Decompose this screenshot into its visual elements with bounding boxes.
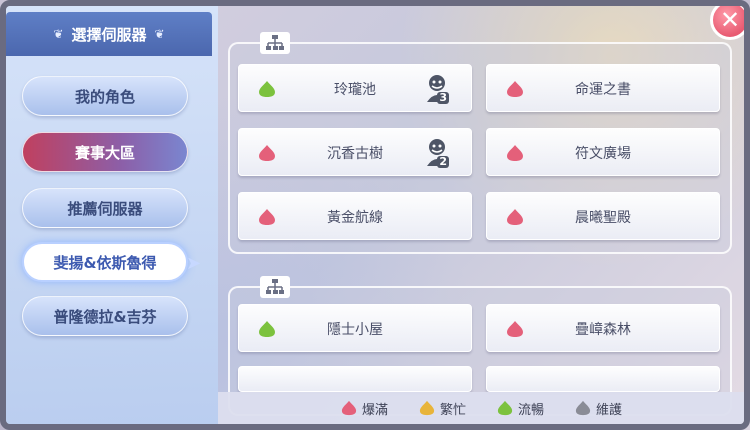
wing-right-icon: ❦ (154, 27, 165, 41)
smooth-status-icon (497, 400, 513, 416)
server-card[interactable]: 玲瓏池 3 (238, 64, 472, 112)
busy-status-icon (419, 400, 435, 416)
status-dot-icon (505, 80, 525, 102)
wing-left-icon: ❦ (53, 27, 64, 41)
server-name: 晨曦聖殿 (575, 210, 631, 226)
server-name: 黃金航線 (327, 210, 383, 226)
server-name: 命運之書 (575, 82, 631, 98)
legend-label: 維護 (596, 402, 623, 418)
full-status-icon (341, 400, 357, 416)
sidebar-item-my-characters[interactable]: 我的角色 (22, 76, 188, 116)
sidebar: ❦ 選擇伺服器 ❦ 我的角色 賽事大區 推薦伺服器 斐揚&依斯魯得 ➤ 普隆德拉… (6, 6, 218, 424)
sidebar-item-recommended[interactable]: 推薦伺服器 (22, 188, 188, 228)
legend-label: 爆滿 (361, 402, 388, 418)
legend-item-full: 爆滿 (340, 399, 388, 418)
sidebar-header: ❦ 選擇伺服器 ❦ (6, 12, 212, 56)
sidebar-item-tournament[interactable]: 賽事大區 (22, 132, 188, 172)
server-card[interactable]: 符文廣場 (486, 128, 720, 176)
selection-arrow-icon: ➤ (186, 253, 202, 274)
status-legend: 爆滿 繁忙 流暢 維護 (218, 392, 744, 424)
server-card[interactable]: 沉香古樹 2 (238, 128, 472, 176)
character-count: 3 (437, 91, 449, 104)
character-count: 2 (437, 155, 449, 168)
status-dot-icon (505, 144, 525, 166)
sidebar-title: 選擇伺服器 (71, 25, 147, 44)
sidebar-item-label: 我的角色 (74, 87, 135, 106)
status-dot-icon (505, 208, 525, 230)
hierarchy-icon (260, 32, 290, 54)
sidebar-item-label: 賽事大區 (74, 143, 135, 162)
status-dot-icon (257, 144, 277, 166)
server-select-window: ❦ 選擇伺服器 ❦ 我的角色 賽事大區 推薦伺服器 斐揚&依斯魯得 ➤ 普隆德拉… (0, 0, 750, 430)
sidebar-item-label: 推薦伺服器 (67, 199, 143, 218)
legend-label: 繁忙 (439, 402, 466, 418)
legend-item-busy: 繁忙 (418, 399, 466, 418)
sidebar-item-label: 普隆德拉&吉芬 (53, 307, 157, 326)
hierarchy-icon (260, 276, 290, 298)
legend-item-maintenance: 維護 (574, 399, 622, 418)
server-name: 符文廣場 (575, 146, 631, 162)
sidebar-item-payon-izlude[interactable]: 斐揚&依斯魯得 (22, 242, 188, 282)
server-card-partial[interactable] (486, 366, 720, 392)
sidebar-item-label: 斐揚&依斯魯得 (53, 253, 157, 272)
close-icon: ✕ (719, 6, 741, 34)
server-card[interactable]: 晨曦聖殿 (486, 192, 720, 240)
maintenance-status-icon (575, 400, 591, 416)
status-dot-icon (257, 80, 277, 102)
status-dot-icon (257, 320, 277, 342)
server-name: 隱士小屋 (327, 322, 383, 338)
status-dot-icon (257, 208, 277, 230)
legend-label: 流暢 (518, 402, 545, 418)
server-name: 玲瓏池 (334, 82, 376, 98)
server-name: 疊嶂森林 (575, 322, 631, 338)
server-card[interactable]: 黃金航線 (238, 192, 472, 240)
status-dot-icon (505, 320, 525, 342)
legend-item-smooth: 流暢 (496, 399, 544, 418)
server-name: 沉香古樹 (327, 146, 383, 162)
server-card-partial[interactable] (238, 366, 472, 392)
server-card[interactable]: 疊嶂森林 (486, 304, 720, 352)
close-button[interactable]: ✕ (710, 6, 744, 40)
sidebar-item-prontera-geffen[interactable]: 普隆德拉&吉芬 (22, 296, 188, 336)
server-card[interactable]: 命運之書 (486, 64, 720, 112)
server-card[interactable]: 隱士小屋 (238, 304, 472, 352)
